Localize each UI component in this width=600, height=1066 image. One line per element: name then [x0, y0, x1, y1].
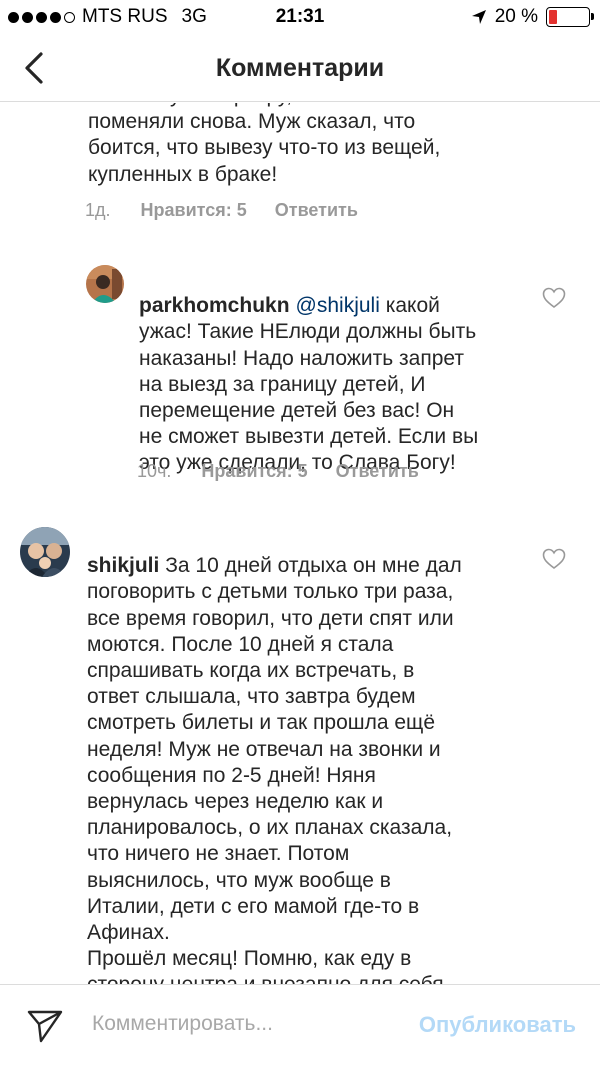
comment-username[interactable]: parkhomchukn	[139, 294, 290, 317]
likes-count[interactable]: Нравится: 5	[141, 200, 247, 221]
comment-text-start: какой	[379, 294, 440, 318]
reply-button[interactable]: Ответить	[275, 200, 358, 221]
battery-percent: 20 %	[494, 6, 538, 27]
comment-text: маленькую квартиру, после чего замки пом…	[88, 103, 465, 186]
battery-icon	[546, 7, 594, 27]
comment-text-start: За 10 дней отдыха он мне дал	[159, 554, 462, 578]
avatar-photo	[20, 527, 70, 577]
comment-item: маленькую квартиру, после чего замки пом…	[88, 103, 588, 188]
heart-icon[interactable]	[542, 287, 566, 309]
mention-link[interactable]: @shikjuli	[296, 294, 380, 317]
status-right: 20 %	[471, 6, 594, 28]
comment-first-line: parkhomchukn @shikjuli какой	[139, 267, 559, 319]
battery-level	[549, 10, 558, 24]
avatar[interactable]	[86, 265, 124, 303]
comment-composer: Опубликовать	[0, 984, 600, 1066]
status-bar: MTS RUS 3G 21:31 20 %	[0, 0, 600, 36]
page-title: Комментарии	[215, 54, 385, 82]
comment-input[interactable]	[92, 1012, 372, 1036]
location-arrow-icon	[471, 10, 486, 24]
comment-item: shikjuli За 10 дней отдыха он мне дал по…	[87, 527, 527, 984]
comment-time: 10ч.	[137, 461, 172, 481]
direct-send-icon[interactable]	[26, 1007, 64, 1045]
reply-button[interactable]: Ответить	[336, 461, 419, 482]
comment-time: 1д.	[85, 200, 111, 220]
comment-text: поговорить с детьми только три раза, все…	[87, 580, 454, 984]
comment-meta: 1д. Нравится: 5 Ответить	[85, 200, 358, 221]
comment-first-line: shikjuli За 10 дней отдыха он мне дал	[87, 527, 527, 579]
comment-meta: 10ч. Нравится: 5 Ответить	[137, 461, 419, 482]
heart-icon[interactable]	[542, 548, 566, 570]
avatar-photo	[86, 265, 124, 303]
likes-count[interactable]: Нравится: 5	[201, 461, 307, 482]
comments-list[interactable]: маленькую квартиру, после чего замки пом…	[0, 103, 600, 984]
comment-username[interactable]: shikjuli	[87, 554, 159, 577]
comment-text: ужас! Такие НЕлюди должны быть наказаны!…	[139, 320, 479, 475]
publish-button[interactable]: Опубликовать	[419, 1012, 576, 1038]
comment-item: parkhomchukn @shikjuli какой ужас! Такие …	[139, 267, 559, 477]
avatar[interactable]	[20, 527, 70, 577]
nav-bar: Комментарии	[0, 36, 600, 102]
